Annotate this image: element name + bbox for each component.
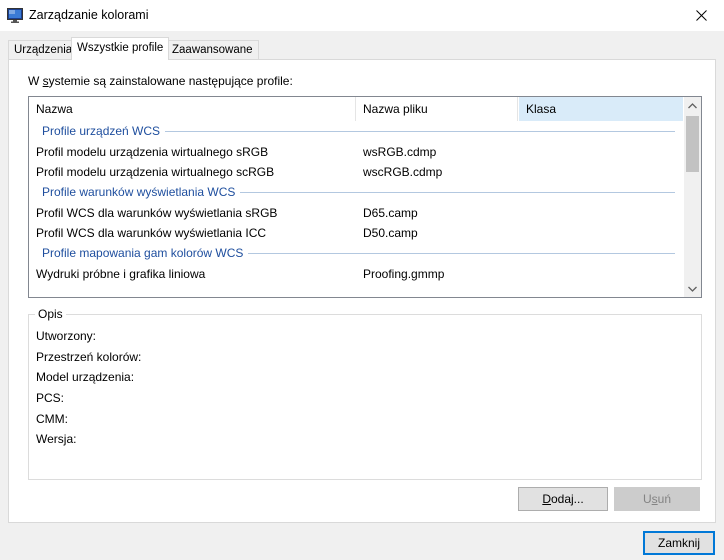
profile-name: Profil modelu urządzenia wirtualnego scR… [36,165,275,179]
scroll-up-button[interactable] [684,97,701,114]
list-body: Profile urządzeń WCS Profil modelu urząd… [29,121,685,284]
scroll-down-button[interactable] [684,280,701,297]
description-group: Opis Utworzony: Przestrzeń kolorów: Mode… [28,307,702,480]
window-title: Zarządzanie kolorami [29,8,149,22]
close-icon [695,10,707,21]
chevron-up-icon [688,102,697,108]
cmm-label: CMM: [36,412,68,426]
list-item[interactable]: Profil modelu urządzenia wirtualnego sRG… [29,142,685,162]
group-label: Profile mapowania gam kolorów WCS [42,243,249,264]
list-item[interactable]: Profil WCS dla warunków wyświetlania sRG… [29,203,685,223]
pcs-label: PCS: [36,391,65,405]
device-model-label: Model urządzenia: [36,370,135,384]
close-window-button[interactable] [678,0,724,31]
tab-all-profiles[interactable]: Wszystkie profile [71,37,170,60]
remove-button[interactable]: Us uń [614,487,700,511]
list-item[interactable]: Profil WCS dla warunków wyświetlania ICC… [29,223,685,243]
monitor-icon [7,8,23,23]
profiles-caption: W systemie są zainstalowane następujące … [28,74,293,88]
list-item[interactable]: Wydruki próbne i grafika liniowa Proofin… [29,264,685,284]
all-profiles-panel: W systemie są zainstalowane następujące … [8,59,716,523]
profile-file: wsRGB.cdmp [363,145,437,159]
profile-name: Profil WCS dla warunków wyświetlania sRG… [36,206,278,220]
group-label: Profile urządzeń WCS [42,121,166,142]
profile-name: Profil modelu urządzenia wirtualnego sRG… [36,145,269,159]
title-bar: Zarządzanie kolorami [0,0,724,31]
profiles-list[interactable]: Nazwa Nazwa pliku Klasa Profile urządzeń… [28,96,702,298]
vertical-scrollbar[interactable] [684,97,701,297]
group-header[interactable]: Profile urządzeń WCS [29,121,685,142]
tab-advanced[interactable]: Zaawansowane [166,40,259,60]
created-label: Utworzony: [36,329,97,343]
profile-file: D50.camp [363,226,418,240]
column-header-name[interactable]: Nazwa [29,97,356,121]
tab-strip: Urządzenia Wszystkie profile Zaawansowan… [0,37,724,60]
column-header-file[interactable]: Nazwa pliku [356,97,518,121]
chevron-down-icon [688,286,697,292]
color-space-label: Przestrzeń kolorów: [36,350,142,364]
profile-file: Proofing.gmmp [363,267,445,281]
scroll-thumb[interactable] [686,116,699,172]
column-header-class[interactable]: Klasa [519,97,683,121]
version-label: Wersja: [36,432,77,446]
list-item[interactable]: Profil modelu urządzenia wirtualnego scR… [29,162,685,182]
description-title: Opis [35,307,66,321]
group-header[interactable]: Profile warunków wyświetlania WCS [29,182,685,203]
profile-file: D65.camp [363,206,418,220]
profile-name: Wydruki próbne i grafika liniowa [36,267,206,281]
add-button[interactable]: Dodaj... [518,487,608,511]
close-button[interactable]: Zamknij [643,531,715,555]
profile-file: wscRGB.cdmp [363,165,443,179]
group-label: Profile warunków wyświetlania WCS [42,182,241,203]
list-header: Nazwa Nazwa pliku Klasa [29,97,685,121]
tab-devices[interactable]: Urządzenia [8,40,79,60]
profile-name: Profil WCS dla warunków wyświetlania ICC [36,226,267,240]
group-header[interactable]: Profile mapowania gam kolorów WCS [29,243,685,264]
